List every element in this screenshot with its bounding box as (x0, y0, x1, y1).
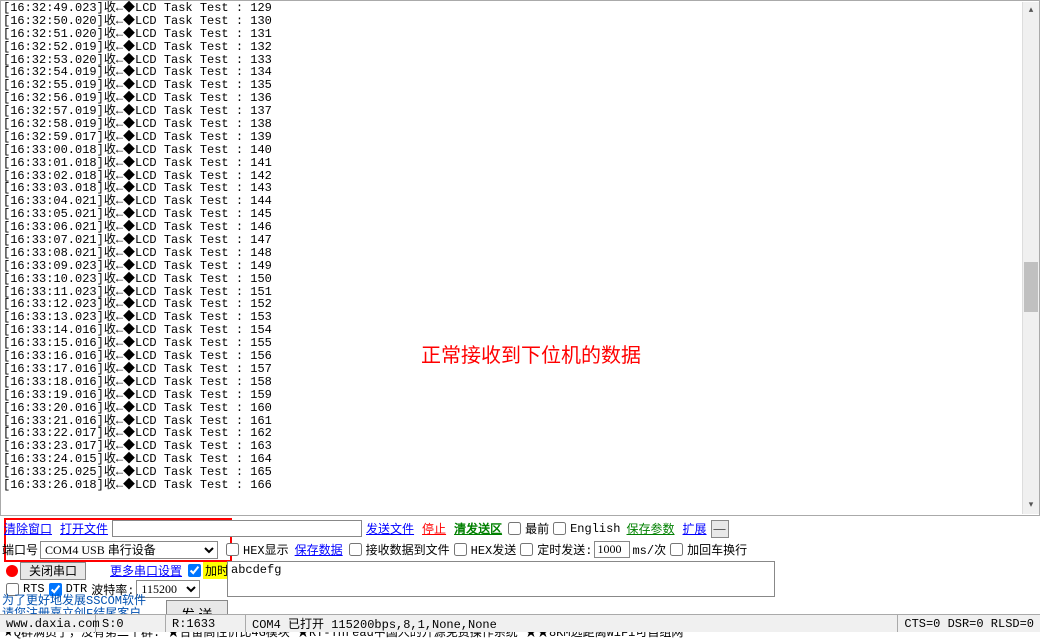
stop-button[interactable]: 停止 (418, 519, 450, 538)
interval-input[interactable] (594, 541, 630, 558)
clear-send-button[interactable]: 清发送区 (450, 519, 506, 538)
more-settings-button[interactable]: 更多串口设置 (106, 561, 186, 580)
log-line: [16:33:09.023]收←◆LCD Task Test : 149 (3, 260, 1037, 273)
open-file-button[interactable]: 打开文件 (56, 519, 112, 538)
send-file-button[interactable]: 发送文件 (362, 519, 418, 538)
interval-unit-label: ms/次 (630, 541, 668, 558)
baud-select[interactable]: 115200 (136, 580, 200, 598)
add-crlf-checkbox[interactable] (670, 543, 683, 556)
timed-send-label: 定时发送: (535, 541, 594, 558)
english-checkbox[interactable] (553, 522, 566, 535)
scroll-down-icon[interactable]: ▾ (1023, 497, 1039, 514)
hex-show-checkbox[interactable] (226, 543, 239, 556)
status-received: R:1633 (166, 615, 246, 632)
status-sent: S:0 (96, 615, 166, 632)
log-line: [16:32:51.020]收←◆LCD Task Test : 131 (3, 28, 1037, 41)
log-line: [16:32:49.023]收←◆LCD Task Test : 129 (3, 2, 1037, 15)
log-line: [16:32:59.017]收←◆LCD Task Test : 139 (3, 131, 1037, 144)
port-status-icon (6, 565, 18, 577)
log-line: [16:33:18.016]收←◆LCD Task Test : 158 (3, 376, 1037, 389)
recv-to-file-label: 接收数据到文件 (364, 541, 452, 558)
minimize-button[interactable]: — (711, 520, 729, 538)
status-signals: CTS=0 DSR=0 RLSD=0 (898, 615, 1040, 632)
scroll-up-icon[interactable]: ▴ (1023, 2, 1039, 19)
status-port: COM4 已打开 115200bps,8,1,None,None (246, 615, 898, 632)
save-data-button[interactable]: 保存数据 (291, 540, 347, 559)
expand-button[interactable]: 扩展 (679, 519, 711, 538)
log-line: [16:33:26.018]收←◆LCD Task Test : 166 (3, 479, 1037, 492)
save-params-button[interactable]: 保存参数 (623, 519, 679, 538)
hex-send-label: HEX发送 (469, 541, 519, 558)
topmost-checkbox[interactable] (508, 522, 521, 535)
scrollbar-vertical[interactable]: ▴ ▾ (1022, 2, 1039, 514)
port-label: 端口号 (0, 541, 40, 558)
hex-send-checkbox[interactable] (454, 543, 467, 556)
timed-send-checkbox[interactable] (520, 543, 533, 556)
clear-window-button[interactable]: 清除窗口 (0, 519, 56, 538)
file-path-input[interactable] (112, 520, 362, 537)
english-label: English (568, 522, 622, 536)
log-line: [16:32:52.019]收←◆LCD Task Test : 132 (3, 41, 1037, 54)
timestamp-checkbox[interactable] (188, 564, 201, 577)
toolbar-row-2: 端口号 COM4 USB 串行设备 HEX显示 保存数据 接收数据到文件 HEX… (0, 540, 1040, 559)
topmost-label: 最前 (523, 520, 551, 537)
status-url[interactable]: www.daxia.com (0, 615, 96, 632)
log-line: [16:33:01.018]收←◆LCD Task Test : 141 (3, 157, 1037, 170)
port-select[interactable]: COM4 USB 串行设备 (40, 541, 218, 559)
log-line: [16:33:19.016]收←◆LCD Task Test : 159 (3, 389, 1037, 402)
send-text-input[interactable] (227, 561, 775, 597)
toolbar-row-1: 清除窗口 打开文件 发送文件 停止 清发送区 最前 English 保存参数 扩… (0, 519, 1040, 538)
annotation-text: 正常接收到下位机的数据 (421, 339, 641, 368)
scroll-thumb[interactable] (1024, 262, 1038, 312)
log-line: [16:33:07.021]收←◆LCD Task Test : 147 (3, 234, 1037, 247)
hex-show-label: HEX显示 (241, 541, 291, 558)
log-line: [16:33:20.016]收←◆LCD Task Test : 160 (3, 402, 1037, 415)
log-line: [16:33:00.018]收←◆LCD Task Test : 140 (3, 144, 1037, 157)
close-port-button[interactable]: 关闭串口 (20, 562, 86, 580)
log-line: [16:32:50.020]收←◆LCD Task Test : 130 (3, 15, 1037, 28)
status-bar: www.daxia.com S:0 R:1633 COM4 已打开 115200… (0, 614, 1040, 632)
add-crlf-label: 加回车换行 (685, 541, 749, 558)
log-line: [16:32:58.019]收←◆LCD Task Test : 138 (3, 118, 1037, 131)
log-line: [16:33:08.021]收←◆LCD Task Test : 148 (3, 247, 1037, 260)
log-area[interactable]: [16:32:49.023]收←◆LCD Task Test : 129[16:… (0, 0, 1040, 516)
log-line: [16:33:10.023]收←◆LCD Task Test : 150 (3, 273, 1037, 286)
recv-to-file-checkbox[interactable] (349, 543, 362, 556)
